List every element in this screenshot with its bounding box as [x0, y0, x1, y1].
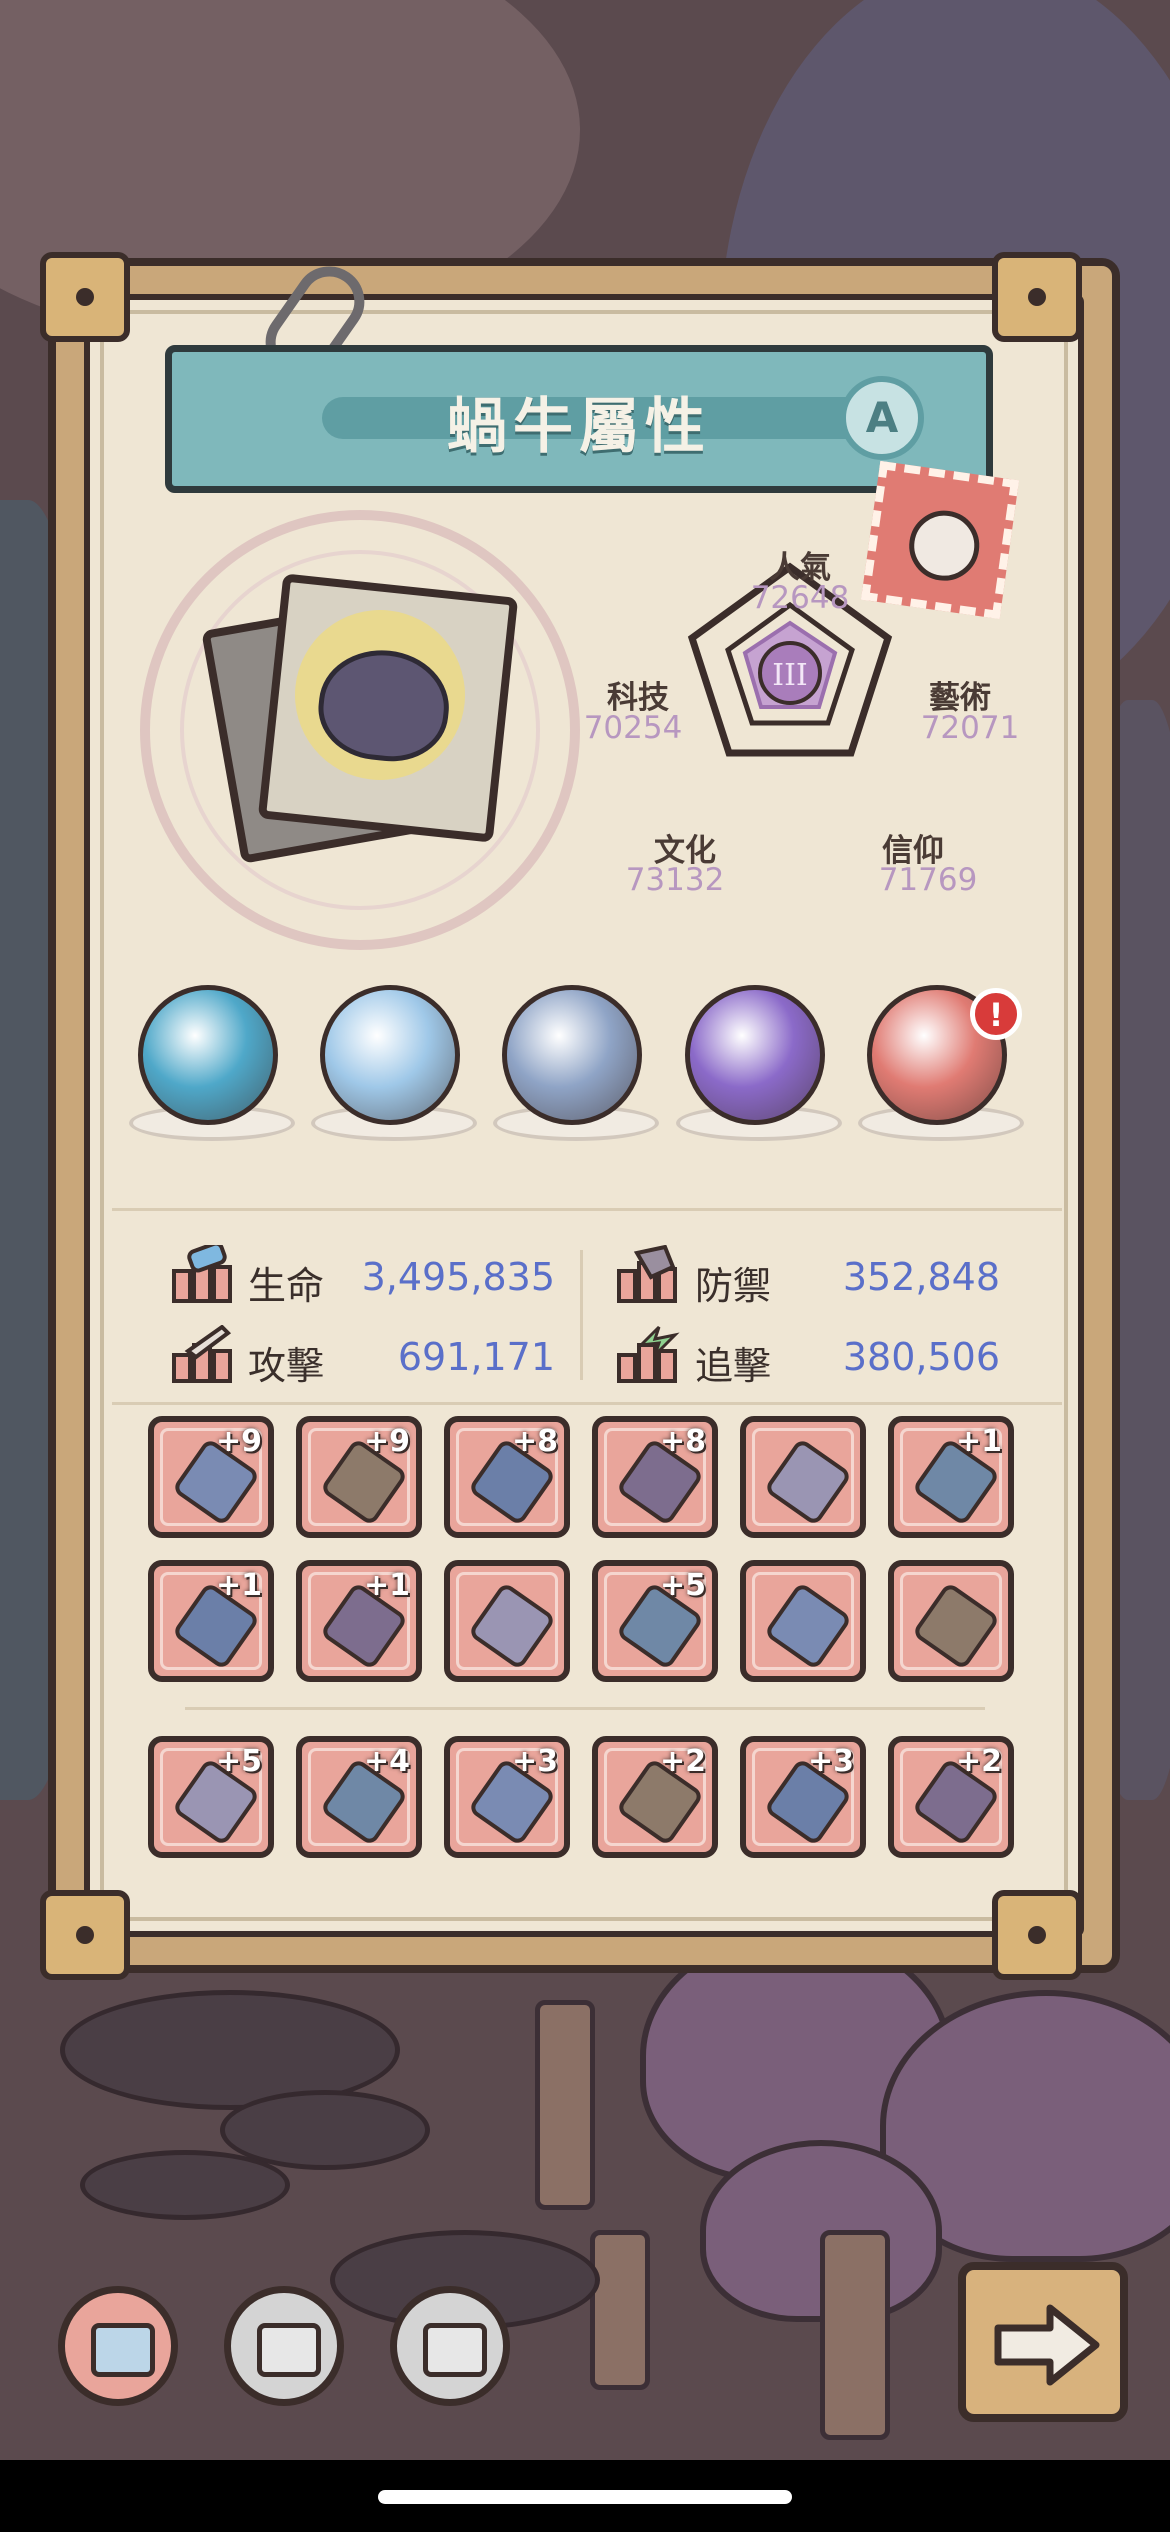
- radar-center-badge: III: [772, 658, 808, 693]
- attack-value: 691,171: [397, 1335, 555, 1379]
- equipment-slot[interactable]: +5: [148, 1736, 274, 1858]
- defense-icon: [617, 1245, 677, 1303]
- next-button[interactable]: [958, 2262, 1128, 2422]
- arrow-right-icon: [994, 2304, 1100, 2386]
- equipment-slot[interactable]: +1: [296, 1560, 422, 1682]
- sea-monster-orb-icon[interactable]: [138, 985, 278, 1125]
- attack-label: 攻擊: [248, 1344, 325, 1388]
- home-indicator[interactable]: [378, 2490, 792, 2504]
- section-divider: [112, 1402, 1062, 1405]
- faith-value: 71769: [878, 862, 978, 898]
- compass-orb-icon[interactable]: [502, 985, 642, 1125]
- equipment-level: +9: [215, 1424, 262, 1459]
- hp-label: 生命: [248, 1264, 325, 1308]
- mode-button-3[interactable]: [390, 2286, 510, 2406]
- equipment-level: +2: [659, 1744, 706, 1779]
- equipment-level: +8: [659, 1424, 706, 1459]
- equipment-slot[interactable]: +8: [592, 1416, 718, 1538]
- equipment-slot[interactable]: +2: [888, 1736, 1014, 1858]
- equipment-level: +1: [215, 1568, 262, 1603]
- mode-button-1[interactable]: [58, 2286, 178, 2406]
- rank-badge[interactable]: A: [840, 376, 924, 460]
- title-bar: 蝸牛屬性 A: [165, 345, 993, 493]
- equipment-level: +3: [807, 1744, 854, 1779]
- board-corner-bracket: [992, 252, 1082, 342]
- equipment-slot[interactable]: +1: [148, 1560, 274, 1682]
- equipment-slot[interactable]: +9: [296, 1416, 422, 1538]
- defense-value: 352,848: [842, 1255, 1000, 1299]
- moon-orb-icon[interactable]: [320, 985, 460, 1125]
- stats-divider: [580, 1250, 583, 1380]
- chase-icon: [617, 1325, 680, 1383]
- snail-mode-icon: [423, 2323, 487, 2377]
- chase-value: 380,506: [842, 1335, 1000, 1379]
- equipment-level: +1: [363, 1568, 410, 1603]
- hp-value: 3,495,835: [361, 1255, 555, 1299]
- galaxy-orb-icon[interactable]: [685, 985, 825, 1125]
- equipment-level: +9: [363, 1424, 410, 1459]
- defense-label: 防禦: [695, 1264, 772, 1308]
- board-corner-bracket: [992, 1890, 1082, 1980]
- equipment-level: +2: [955, 1744, 1002, 1779]
- section-divider: [112, 1208, 1062, 1211]
- art-value: 72071: [920, 710, 1020, 746]
- equipment-slot[interactable]: +8: [444, 1416, 570, 1538]
- board-corner-bracket: [40, 252, 130, 342]
- attack-icon: [172, 1325, 232, 1383]
- equipment-slot[interactable]: +4: [296, 1736, 422, 1858]
- equipment-slot[interactable]: +2: [592, 1736, 718, 1858]
- hp-icon: [172, 1245, 232, 1303]
- equipment-level: +8: [511, 1424, 558, 1459]
- equipment-level: +5: [215, 1744, 262, 1779]
- equipment-level: +4: [363, 1744, 410, 1779]
- equipment-level: +5: [659, 1568, 706, 1603]
- equipment-level: +3: [511, 1744, 558, 1779]
- equipment-slot[interactable]: +1: [888, 1416, 1014, 1538]
- popularity-value: 72648: [750, 580, 850, 616]
- equipment-slot[interactable]: +3: [444, 1736, 570, 1858]
- chase-label: 追擊: [695, 1344, 772, 1388]
- equipment-slot[interactable]: [888, 1560, 1014, 1682]
- snail-mode-icon: [257, 2323, 321, 2377]
- mode-button-2[interactable]: [224, 2286, 344, 2406]
- equipment-slot[interactable]: [740, 1560, 866, 1682]
- board-corner-bracket: [40, 1890, 130, 1980]
- tech-value: 70254: [583, 710, 683, 746]
- equipment-level: +1: [955, 1424, 1002, 1459]
- equipment-divider: [185, 1707, 985, 1710]
- equipment-slot[interactable]: +3: [740, 1736, 866, 1858]
- culture-value: 73132: [625, 862, 725, 898]
- equipment-slot[interactable]: [444, 1560, 570, 1682]
- orb-alert-badge: !: [970, 988, 1022, 1040]
- equipment-slot[interactable]: +9: [148, 1416, 274, 1538]
- snail-mode-icon: [91, 2323, 155, 2377]
- equipment-slot[interactable]: [740, 1416, 866, 1538]
- equipment-slot[interactable]: +5: [592, 1560, 718, 1682]
